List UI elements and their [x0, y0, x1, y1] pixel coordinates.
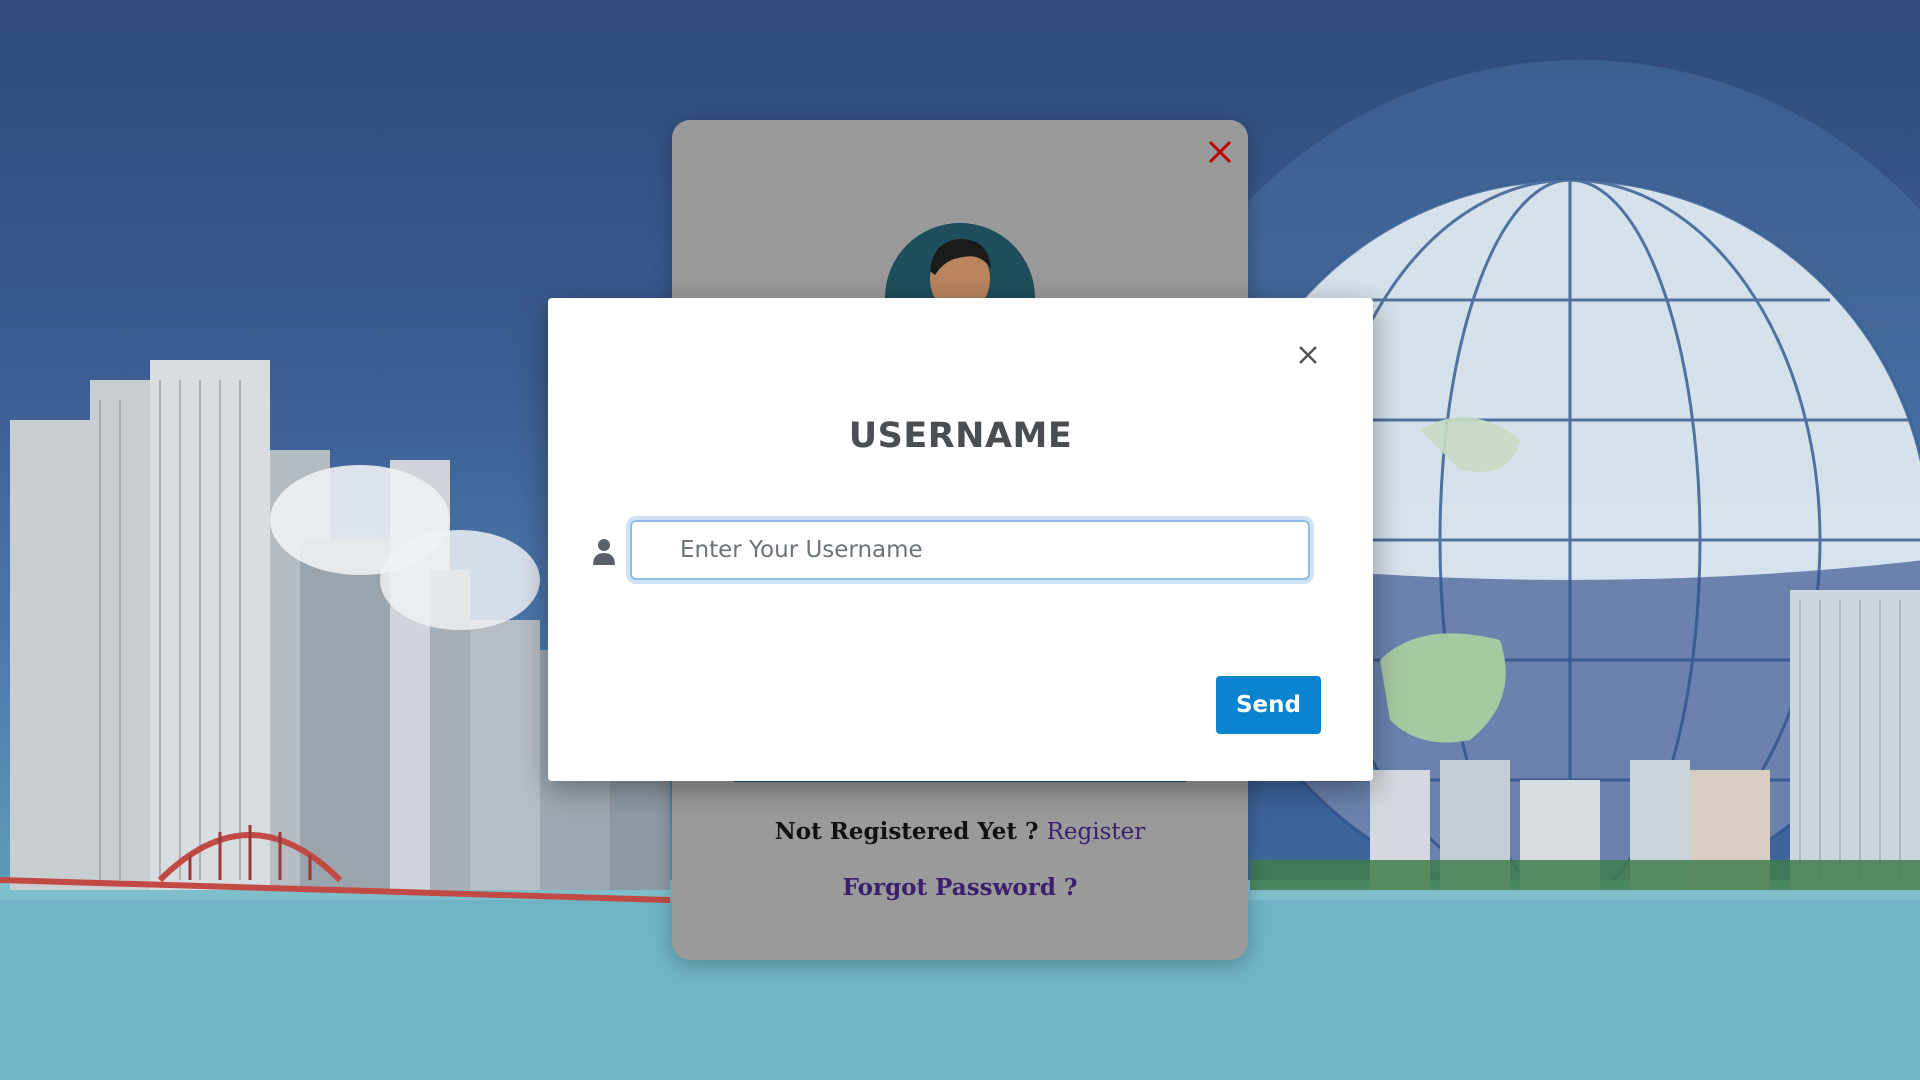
username-modal: USERNAME Send: [548, 298, 1373, 781]
register-prompt: Not Registered Yet ? Register: [672, 818, 1248, 845]
close-icon[interactable]: [1202, 134, 1238, 170]
not-registered-text: Not Registered Yet ?: [774, 818, 1039, 845]
username-input[interactable]: [630, 520, 1310, 580]
user-icon: [593, 539, 615, 565]
close-icon[interactable]: [1291, 338, 1325, 372]
register-link[interactable]: Register: [1047, 819, 1146, 845]
modal-title: USERNAME: [848, 416, 1073, 456]
send-button[interactable]: Send: [1216, 676, 1321, 734]
forgot-password-link[interactable]: Forgot Password ?: [672, 874, 1248, 901]
